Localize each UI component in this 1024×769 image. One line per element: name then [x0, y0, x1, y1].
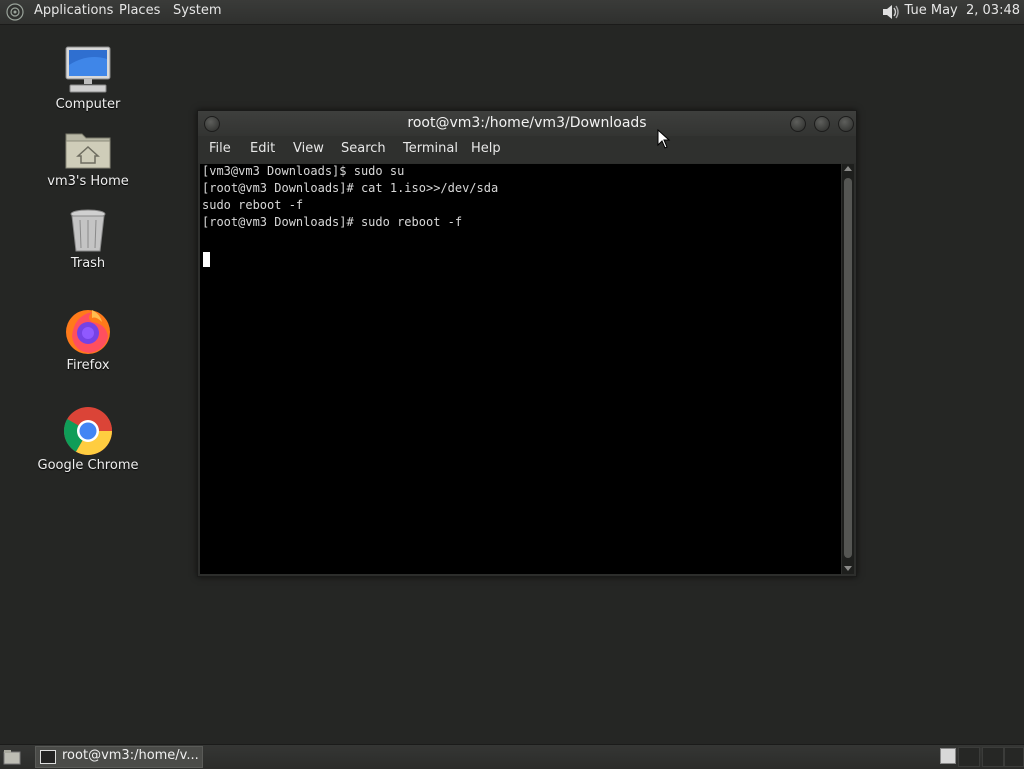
menu-places[interactable]: Places [119, 3, 160, 18]
menu-search[interactable]: Search [341, 141, 386, 156]
bottom-panel: root@vm3:/home/v... [0, 744, 1024, 769]
taskbar-window-button[interactable]: root@vm3:/home/v... [35, 746, 203, 768]
home-folder-icon [65, 133, 111, 169]
desktop-icon-trash[interactable]: Trash [33, 208, 143, 271]
close-button[interactable] [838, 116, 854, 132]
scrollbar-thumb[interactable] [844, 178, 852, 558]
desktop-icon-chrome[interactable]: Google Chrome [33, 406, 143, 473]
distro-logo-icon[interactable] [6, 3, 24, 21]
chrome-icon [63, 407, 113, 456]
terminal-output[interactable]: [vm3@vm3 Downloads]$ sudo su [root@vm3 D… [200, 164, 841, 574]
menu-terminal[interactable]: Terminal [403, 141, 458, 156]
workspace-4[interactable] [1004, 747, 1024, 767]
scroll-up-arrow-icon[interactable] [844, 166, 852, 171]
desktop-icon-label: Trash [70, 256, 106, 271]
workspace-1[interactable] [940, 748, 956, 764]
terminal-line: [root@vm3 Downloads]# cat 1.iso>>/dev/sd… [202, 181, 499, 195]
scroll-down-arrow-icon[interactable] [844, 566, 852, 571]
menu-file[interactable]: File [209, 141, 231, 156]
clock[interactable]: Tue May 2, 03:48 [905, 3, 1020, 18]
terminal-line: [vm3@vm3 Downloads]$ sudo su [202, 164, 405, 178]
desktop-icon-firefox[interactable]: Firefox [33, 306, 143, 373]
desktop-icon-label: vm3's Home [47, 174, 129, 189]
menu-view[interactable]: View [293, 141, 324, 156]
minimize-button[interactable] [790, 116, 806, 132]
desktop-icon-home[interactable]: vm3's Home [33, 128, 143, 189]
maximize-button[interactable] [814, 116, 830, 132]
terminal-icon [40, 750, 56, 764]
menu-applications[interactable]: Applications [34, 3, 113, 18]
workspace-2[interactable] [958, 747, 980, 767]
desktop-icon-label: Firefox [66, 358, 110, 373]
window-titlebar[interactable]: root@vm3:/home/vm3/Downloads [198, 111, 856, 136]
menu-edit[interactable]: Edit [250, 141, 275, 156]
desktop-icon-label: Google Chrome [37, 458, 139, 473]
workspace-3[interactable] [982, 747, 1004, 767]
trash-icon [70, 209, 106, 252]
terminal-line: [root@vm3 Downloads]# sudo reboot -f [202, 215, 463, 229]
terminal-line: sudo reboot -f [202, 198, 304, 212]
terminal-scrollbar[interactable] [842, 164, 854, 574]
terminal-menubar: File Edit View Search Terminal Help [198, 136, 856, 163]
menu-system[interactable]: System [173, 3, 221, 18]
mouse-pointer-icon [657, 129, 671, 149]
show-desktop-icon[interactable] [3, 749, 21, 765]
taskbar-window-label: root@vm3:/home/v... [62, 748, 199, 763]
desktop-icon-computer[interactable]: Computer [33, 45, 143, 112]
firefox-icon [66, 310, 110, 354]
menu-help[interactable]: Help [471, 141, 501, 156]
computer-icon [65, 46, 111, 93]
text-cursor [203, 252, 210, 267]
volume-icon[interactable] [880, 2, 902, 22]
desktop-icon-label: Computer [55, 97, 121, 112]
terminal-window[interactable]: root@vm3:/home/vm3/Downloads File Edit V… [197, 110, 857, 577]
window-title: root@vm3:/home/vm3/Downloads [407, 115, 647, 131]
top-panel: Applications Places System Tue May 2, 03… [0, 0, 1024, 25]
